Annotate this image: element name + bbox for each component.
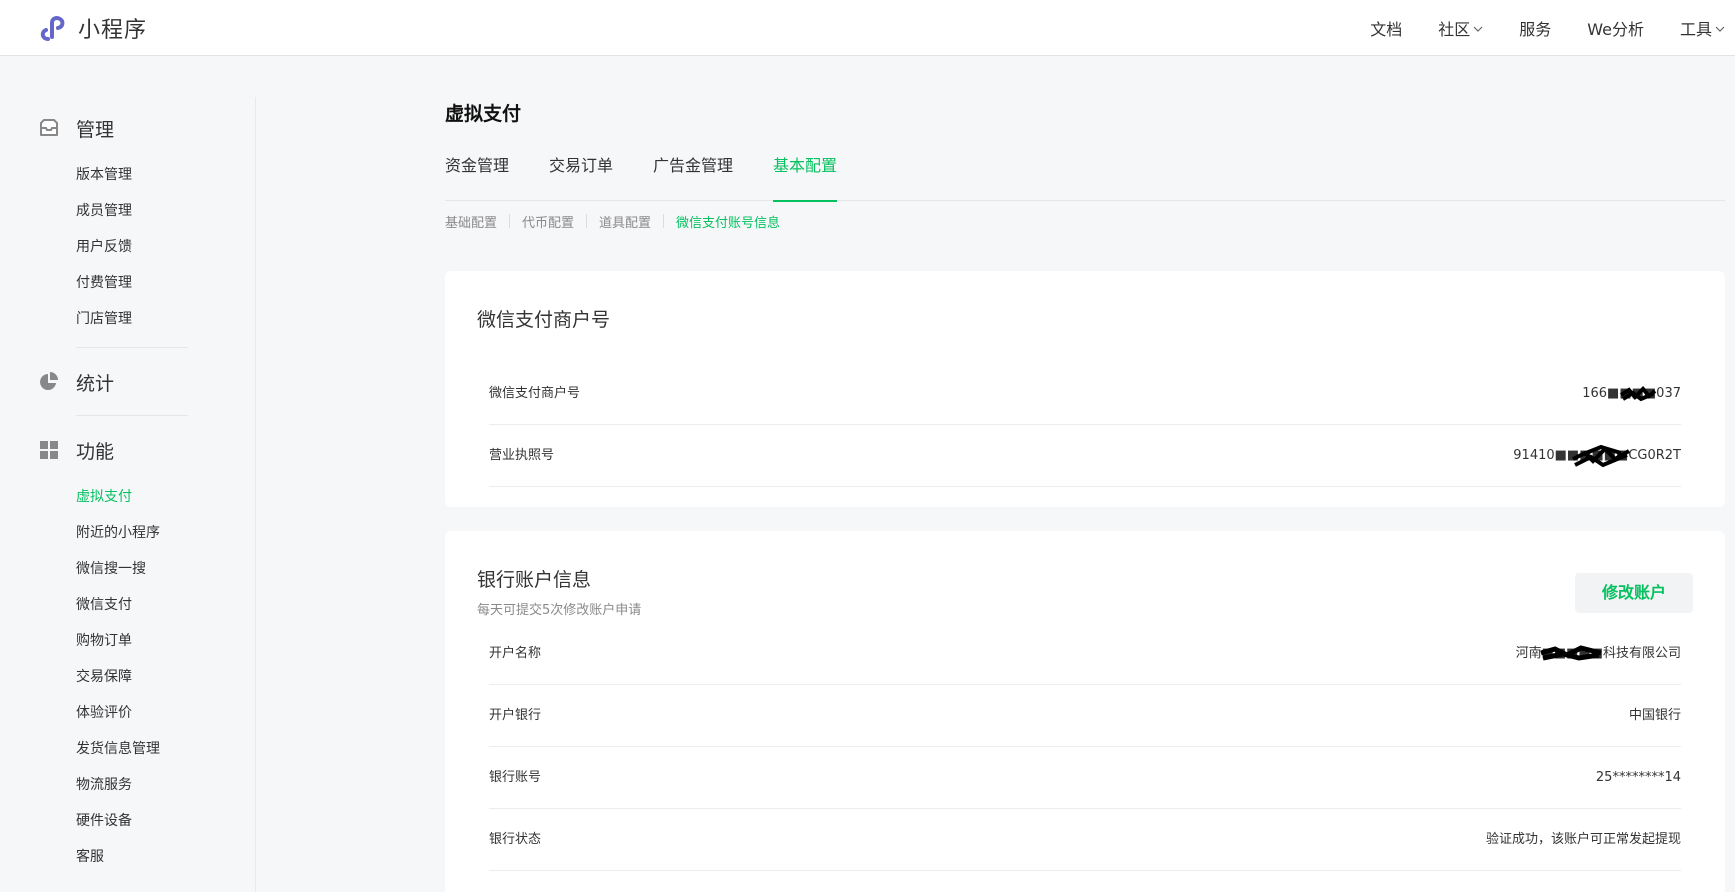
- redaction-scribble: [1619, 386, 1657, 402]
- card-subtitle: 每天可提交5次修改账户申请: [477, 603, 642, 618]
- sidebar-item-virtual-pay[interactable]: 虚拟支付: [0, 479, 160, 515]
- nav-community[interactable]: 社区: [1438, 16, 1483, 40]
- sidebar-item-orders[interactable]: 购物订单: [0, 623, 160, 659]
- card-title: 银行账户信息: [477, 569, 592, 591]
- tab-ad-funds[interactable]: 广告金管理: [653, 151, 733, 201]
- subtab-basic[interactable]: 基础配置: [445, 212, 497, 231]
- sidebar-group-label: 功能: [76, 440, 115, 463]
- inbox-icon: [40, 119, 58, 136]
- subtab-divider: [586, 214, 588, 228]
- sidebar-item-stores[interactable]: 门店管理: [0, 301, 132, 337]
- sidebar-item-logistics[interactable]: 物流服务: [0, 767, 160, 803]
- bank-account-card: 银行账户信息 每天可提交5次修改账户申请 修改账户 开户名称 河南■■■■■科技…: [445, 531, 1725, 892]
- nav-tools[interactable]: 工具: [1680, 16, 1725, 40]
- sidebar-separator: [76, 347, 188, 348]
- sidebar-item-feedback[interactable]: 用户反馈: [0, 229, 132, 265]
- nav-we-analytics[interactable]: We分析: [1587, 16, 1644, 40]
- sidebar-item-members[interactable]: 成员管理: [0, 193, 132, 229]
- nav-we-analytics-label: We分析: [1587, 20, 1644, 39]
- row-label: 开户银行: [489, 708, 542, 723]
- info-row: 开户名称 河南■■■■■科技有限公司: [489, 623, 1681, 685]
- row-label: 开户名称: [489, 646, 542, 661]
- top-nav: 文档 社区 服务 We分析 工具: [1334, 0, 1725, 56]
- subtab-bar: 基础配置 代币配置 道具配置 微信支付账号信息: [445, 211, 780, 231]
- row-label: 营业执照号: [489, 448, 555, 463]
- sidebar-group-head: 功能: [0, 435, 160, 465]
- sidebar-item-wechat-pay[interactable]: 微信支付: [0, 587, 160, 623]
- redaction-scribble: [1572, 444, 1630, 468]
- sidebar-group-management: 管理 版本管理 成员管理 用户反馈 付费管理 门店管理: [0, 113, 132, 337]
- redaction-scribble: [1540, 645, 1602, 661]
- chevron-down-icon: [1715, 26, 1725, 32]
- row-label: 银行状态: [489, 832, 542, 847]
- row-label: 微信支付商户号: [489, 386, 581, 401]
- row-label: 银行账号: [489, 770, 542, 785]
- sidebar-divider: [255, 97, 256, 892]
- tab-basic-config[interactable]: 基本配置: [773, 151, 838, 202]
- logo[interactable]: 小程序: [38, 12, 147, 44]
- sidebar-item-hardware[interactable]: 硬件设备: [0, 803, 160, 839]
- page-title: 虚拟支付: [445, 103, 522, 125]
- sidebar-group-statistics[interactable]: 统计: [0, 367, 114, 397]
- sidebar-item-guarantee[interactable]: 交易保障: [0, 659, 160, 695]
- sidebar-item-nearby[interactable]: 附近的小程序: [0, 515, 160, 551]
- info-row: 开户银行 中国银行: [489, 685, 1681, 747]
- top-bar: 小程序 文档 社区 服务 We分析 工具: [0, 0, 1735, 56]
- chevron-down-icon: [1473, 26, 1483, 32]
- row-value: 25********14: [1595, 770, 1681, 785]
- info-row: 银行状态 验证成功，该账户可正常发起提现: [489, 809, 1681, 871]
- mini-program-logo-icon: [40, 16, 65, 41]
- tab-bar: 资金管理 交易订单 广告金管理 基本配置: [445, 151, 1725, 202]
- nav-community-label: 社区: [1438, 20, 1471, 39]
- info-row: 微信支付商户号 166■■■■037: [489, 363, 1681, 425]
- nav-services[interactable]: 服务: [1519, 16, 1551, 40]
- nav-docs-label: 文档: [1370, 20, 1403, 39]
- subtab-currency[interactable]: 代币配置: [522, 212, 574, 231]
- sidebar-item-version[interactable]: 版本管理: [0, 157, 132, 193]
- edit-account-button[interactable]: 修改账户: [1575, 573, 1693, 613]
- info-row: 银行账号 25********14: [489, 747, 1681, 809]
- sidebar-item-paid[interactable]: 付费管理: [0, 265, 132, 301]
- sidebar-group-head: 管理: [0, 113, 132, 143]
- sidebar-item-support[interactable]: 客服: [0, 839, 160, 875]
- subtab-divider: [663, 214, 665, 228]
- nav-services-label: 服务: [1519, 20, 1552, 39]
- info-row: 营业执照号 91410■■■■■■CG0R2T: [489, 425, 1681, 487]
- subtab-items[interactable]: 道具配置: [599, 212, 651, 231]
- tab-orders[interactable]: 交易订单: [549, 151, 613, 201]
- merchant-info-card: 微信支付商户号 微信支付商户号 166■■■■037 营业执照号 91410■■…: [445, 271, 1725, 507]
- sidebar-item-shipping[interactable]: 发货信息管理: [0, 731, 160, 767]
- sidebar-group-features: 功能 虚拟支付 附近的小程序 微信搜一搜 微信支付 购物订单 交易保障 体验评价…: [0, 435, 160, 875]
- pie-chart-icon: [40, 372, 58, 390]
- sidebar-group-label: 统计: [76, 372, 115, 395]
- subtab-divider: [509, 214, 511, 228]
- sidebar-item-review[interactable]: 体验评价: [0, 695, 160, 731]
- nav-docs[interactable]: 文档: [1370, 16, 1402, 40]
- sidebar-separator: [76, 415, 188, 416]
- sidebar-group-head: 统计: [0, 367, 114, 397]
- sidebar: 管理 版本管理 成员管理 用户反馈 付费管理 门店管理 统计 功能 虚拟支付 附…: [0, 57, 256, 892]
- sidebar-item-search[interactable]: 微信搜一搜: [0, 551, 160, 587]
- row-value: 验证成功，该账户可正常发起提现: [1485, 832, 1681, 847]
- row-value: 中国银行: [1628, 708, 1681, 723]
- grid-icon: [40, 441, 58, 459]
- sidebar-group-label: 管理: [76, 118, 115, 141]
- tab-funds[interactable]: 资金管理: [445, 151, 509, 201]
- app-name: 小程序: [78, 18, 148, 43]
- nav-tools-label: 工具: [1679, 20, 1712, 39]
- subtab-account-info[interactable]: 微信支付账号信息: [676, 212, 780, 231]
- card-title: 微信支付商户号: [477, 309, 611, 331]
